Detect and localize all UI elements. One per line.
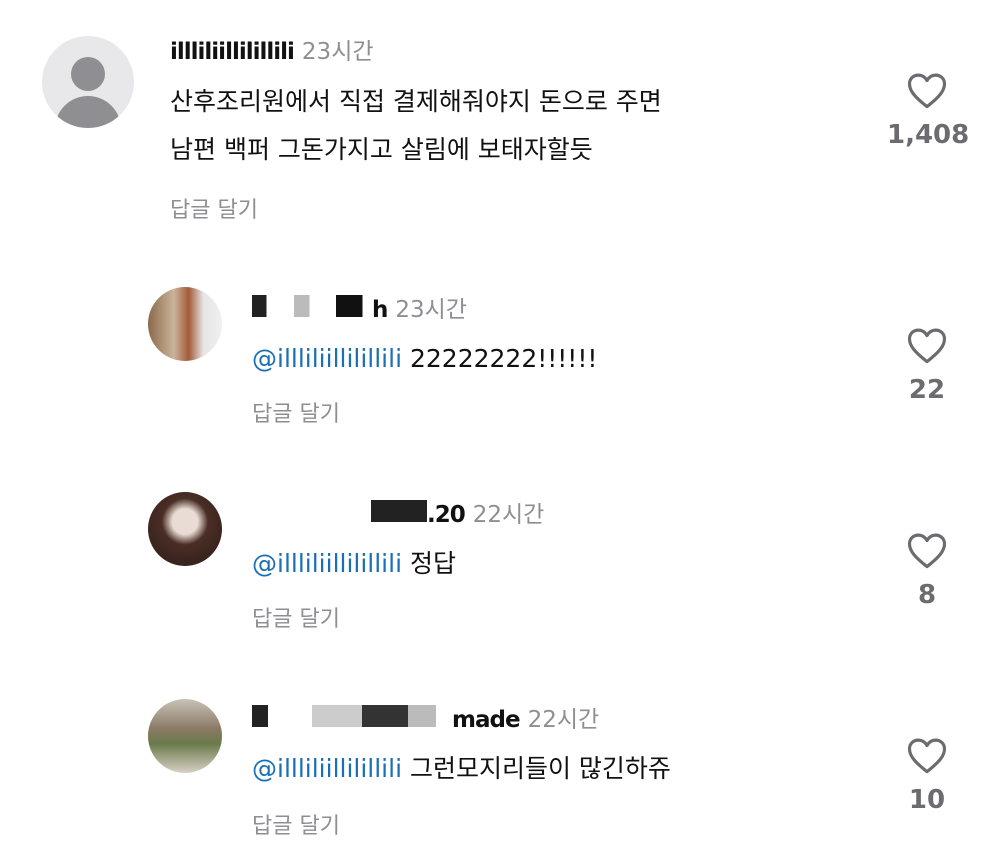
reply-button[interactable]: 답글 달기 — [252, 808, 340, 840]
like-count: 1,408 — [887, 120, 970, 150]
redacted-username — [252, 705, 452, 727]
heart-icon — [907, 738, 947, 774]
comment-meta: made 22시간 — [252, 700, 599, 734]
avatar[interactable] — [42, 36, 134, 128]
person-icon — [71, 57, 105, 91]
timestamp: 23시간 — [301, 39, 374, 65]
like-button[interactable]: 8 — [887, 530, 967, 610]
heart-icon — [907, 73, 947, 109]
like-button[interactable]: 10 — [887, 735, 967, 815]
redacted-username — [252, 295, 372, 317]
comment-reply: h 23시간 @illliliillilillili 22222222!!!!!… — [0, 270, 1000, 450]
reply-button[interactable]: 답글 달기 — [252, 396, 340, 428]
comment-reply: made 22시간 @illliliillilillili 그런모지리들이 많긴… — [0, 680, 1000, 865]
username[interactable]: made — [452, 707, 521, 733]
comment-text-line-2: 남편 백퍼 그돈가지고 살림에 보태자할듯 — [170, 135, 593, 164]
comment-text: @illliliillilillili 정답 — [252, 544, 456, 584]
comment-meta: .20 22시간 — [252, 495, 544, 529]
heart-icon — [907, 328, 947, 364]
comment-text-line-1: 산후조리원에서 직접 결제해줘야지 돈으로 주면 — [170, 87, 662, 116]
avatar[interactable] — [148, 287, 222, 361]
comment-text: @illliliillilillili 그런모지리들이 많긴하쥬 — [252, 749, 671, 789]
comment-top: illliliillilillili 23시간 산후조리원에서 직접 결제해줘야… — [0, 0, 1000, 250]
reply-button[interactable]: 답글 달기 — [252, 601, 340, 633]
comment-body: 22222222!!!!!! — [409, 344, 598, 373]
like-count: 8 — [917, 580, 937, 610]
comment-reply: .20 22시간 @illliliillilillili 정답 답글 달기 8 — [0, 475, 1000, 655]
username[interactable]: h — [372, 297, 388, 323]
avatar[interactable] — [148, 699, 222, 773]
mention-link[interactable]: @illliliillilillili — [252, 344, 402, 373]
comment-meta: illliliillilillili 23시간 — [170, 32, 374, 66]
heart-icon — [907, 533, 947, 569]
username[interactable]: illliliillilillili — [170, 39, 295, 65]
avatar[interactable] — [148, 492, 222, 566]
comment-body: 정답 — [409, 549, 456, 578]
redacted-username — [252, 500, 427, 522]
like-button[interactable]: 1,408 — [887, 70, 970, 150]
timestamp: 22시간 — [527, 707, 600, 733]
like-count: 22 — [908, 375, 946, 405]
comment-body: 그런모지리들이 많긴하쥬 — [409, 754, 671, 783]
comment-text: @illliliillilillili 22222222!!!!!! — [252, 339, 597, 379]
reply-button[interactable]: 답글 달기 — [170, 192, 258, 224]
like-count: 10 — [908, 785, 946, 815]
timestamp: 22시간 — [472, 502, 545, 528]
timestamp: 23시간 — [395, 297, 467, 323]
username[interactable]: .20 — [427, 502, 466, 528]
comment-meta: h 23시간 — [252, 290, 467, 324]
mention-link[interactable]: @illliliillilillili — [252, 549, 402, 578]
like-button[interactable]: 22 — [887, 325, 967, 405]
mention-link[interactable]: @illliliillilillili — [252, 754, 402, 783]
